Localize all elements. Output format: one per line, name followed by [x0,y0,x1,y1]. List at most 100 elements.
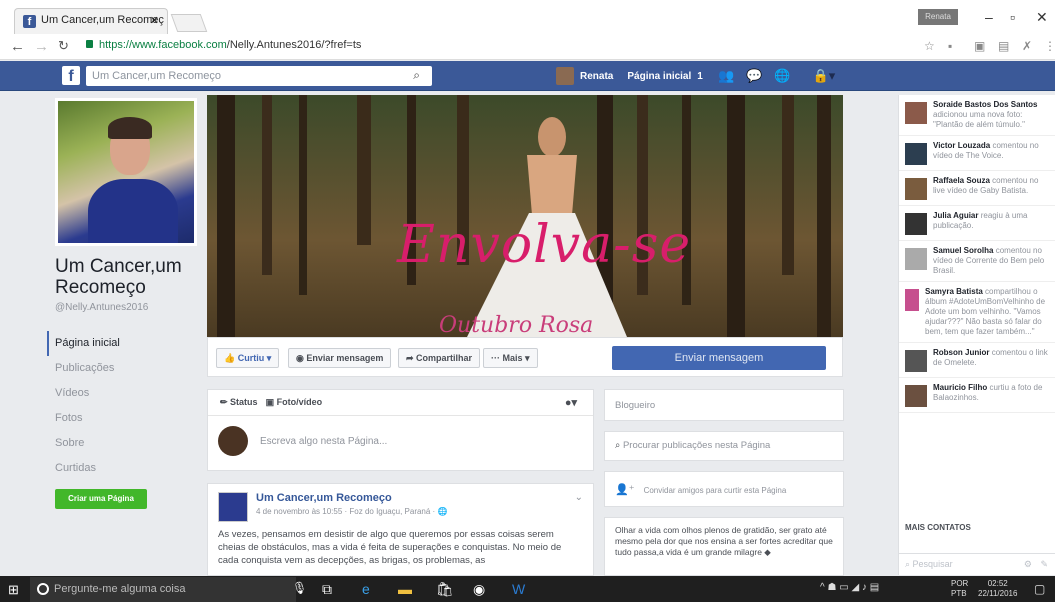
more-button[interactable]: ··· Mais ▾ [483,348,538,368]
menu-icon[interactable]: ⋮ [1044,39,1055,53]
search-icon[interactable]: ⌕ [413,68,420,83]
composer-placeholder: Escreva algo nesta Página... [260,435,388,447]
left-column: Um Cancer,um Recomeço @Nelly.Antunes2016… [47,98,205,509]
back-icon[interactable]: ← [10,38,25,55]
nav-item-home[interactable]: Página inicial [47,331,205,356]
search-icon: ⌕ [615,440,623,451]
about-widget: Olhar a vida com olhos plenos de gratidã… [604,517,844,576]
extension-2-icon[interactable]: ▣ [974,39,985,53]
extension-4-icon[interactable]: ✗ [1022,39,1032,53]
invite-friends-widget[interactable]: 👤⁺ Convidar amigos para curtir esta Pági… [604,471,844,507]
nav-item-posts[interactable]: Publicações [55,356,205,381]
cortana-search-box[interactable]: Pergunte-me alguma coisa [30,577,296,602]
url-host: https://www.facebook.com [99,39,227,51]
ticker-item[interactable]: Raffaela Souza comentou no live vídeo de… [899,171,1055,206]
windows-start-icon[interactable]: ⊞ [8,582,19,598]
cortana-icon [37,583,49,595]
minimize-icon[interactable]: – [985,9,993,25]
post-author[interactable]: Um Cancer,um Recomeço [256,492,447,504]
notifications-globe-icon[interactable]: 🌐 [774,68,790,84]
home-link[interactable]: Página inicial [627,71,691,82]
like-button[interactable]: 👍 Curtiu ▾ [216,348,280,368]
task-view-icon[interactable]: ⧉ [322,581,332,598]
ticker-avatar [905,143,927,165]
page-title[interactable]: Um Cancer,um Recomeço [55,256,205,298]
chrome-icon[interactable]: ◉ [473,581,485,598]
extension-1-icon[interactable]: ▪ [948,39,952,53]
url-path: /Nelly.Antunes2016/?fref=ts [226,39,362,51]
extension-3-icon[interactable]: ▤ [998,39,1009,53]
bookmark-star-icon[interactable]: ☆ [924,39,935,53]
fb-search-input[interactable]: Um Cancer,um Recomeço ⌕ [86,66,432,86]
camera-icon: ▣ [265,397,277,407]
send-message-button[interactable]: ◉ Enviar mensagem [288,348,392,368]
search-posts-placeholder: Procurar publicações nesta Página [622,440,771,451]
gear-icon[interactable]: ⚙ [1024,559,1032,570]
nav-item-photos[interactable]: Fotos [55,406,205,431]
nav-item-likes[interactable]: Curtidas [55,456,205,481]
lock-icon [86,40,93,48]
ticker-item[interactable]: Soraide Bastos Dos Santos adicionou uma … [899,95,1055,136]
microphone-icon[interactable]: 🎙 [292,581,307,595]
page-nav: Página inicial Publicações Vídeos Fotos … [47,331,205,481]
share-button[interactable]: ➦ Compartilhar [398,348,481,368]
ticker-item[interactable]: Samyra Batista compartilhou o álbum #Ado… [899,282,1055,343]
maximize-icon[interactable]: ▫ [1010,9,1015,25]
facebook-favicon-icon: f [23,15,36,28]
edge-icon[interactable]: e [362,581,370,597]
profile-picture[interactable] [55,98,197,246]
system-clock[interactable]: 02:52 22/11/2016 [978,579,1017,599]
store-icon[interactable]: 🛍 [436,581,454,598]
close-window-icon[interactable]: ✕ [1036,9,1048,26]
url-field[interactable]: https://www.facebook.com/Nelly.Antunes20… [86,39,361,51]
forward-icon[interactable]: → [34,38,49,55]
settings-dropdown-icon[interactable]: 🔒▾ [813,68,836,84]
ticker-item[interactable]: Victor Louzada comentou no vídeo de The … [899,136,1055,171]
ticker-item[interactable]: Robson Junior comentou o link de Omelete… [899,343,1055,378]
ticker-avatar [905,385,927,407]
post-author-avatar[interactable] [218,492,248,522]
page-category[interactable]: Blogueiro [615,400,655,411]
user-name-link[interactable]: Renata [580,71,613,82]
system-tray-icons[interactable]: ^ ☗ ▭ ◢ ♪ ▤ [820,582,879,593]
contacts-search-input[interactable]: ⌕ Pesquisar ⚙ ✎ [899,553,1055,575]
page-handle[interactable]: @Nelly.Antunes2016 [55,302,205,313]
composer-input[interactable]: Escreva algo nesta Página... [208,416,593,466]
audience-selector-icon[interactable]: ●▾ [565,396,577,409]
send-message-primary-button[interactable]: Enviar mensagem [612,346,826,370]
ticker-avatar [905,289,919,311]
browser-tab[interactable]: f Um Cancer,um Recomeç ✕ [14,8,168,34]
nav-item-about[interactable]: Sobre [55,431,205,456]
reload-icon[interactable]: ↻ [58,38,69,54]
compose-icon[interactable]: ✎ [1040,559,1048,570]
ticker-item[interactable]: Samuel Sorolha comentou no vídeo de Corr… [899,241,1055,282]
ticker-avatar [905,102,927,124]
home-count-badge: 1 [697,70,703,82]
search-icon: ⌕ [905,559,913,569]
action-center-icon[interactable]: ▢ [1034,582,1045,596]
create-page-button[interactable]: Criar uma Página [55,489,147,509]
friend-requests-icon[interactable]: 👥 [718,68,734,84]
file-explorer-icon[interactable]: ▬ [398,581,412,597]
message-icon: ◉ [296,353,307,363]
chevron-down-icon[interactable]: ⌄ [575,492,583,503]
word-icon[interactable]: W [512,581,525,597]
ticker-item[interactable]: Mauricio Filho curtiu a foto de Balaozin… [899,378,1055,413]
facebook-logo-icon[interactable]: f [62,66,80,85]
post-meta[interactable]: 4 de novembro às 10:55 · Foz do Iguaçu, … [256,507,447,516]
fb-user-nav: Renata Página inicial 1 [556,67,703,85]
photo-video-tab[interactable]: ▣ Foto/vídeo [266,397,323,408]
messages-icon[interactable]: 💬 [746,68,762,84]
browser-profile-button[interactable]: Renata [918,9,958,25]
nav-item-videos[interactable]: Vídeos [55,381,205,406]
new-tab-button[interactable] [170,14,208,32]
tab-close-icon[interactable]: ✕ [150,14,159,27]
cover-title: Envolva-se [397,215,692,275]
user-avatar[interactable] [556,67,574,85]
input-language[interactable]: POR PTB [951,579,968,599]
page-post-search[interactable]: ⌕ Procurar publicações nesta Página [604,431,844,461]
cover-photo[interactable]: Envolva-se Outubro Rosa [207,95,843,337]
ticker-item[interactable]: Julia Aguiar reagiu à uma publicação. [899,206,1055,241]
status-tab[interactable]: ✏ Status [220,397,258,408]
facebook-topbar: f Um Cancer,um Recomeço ⌕ Renata Página … [0,61,1055,91]
